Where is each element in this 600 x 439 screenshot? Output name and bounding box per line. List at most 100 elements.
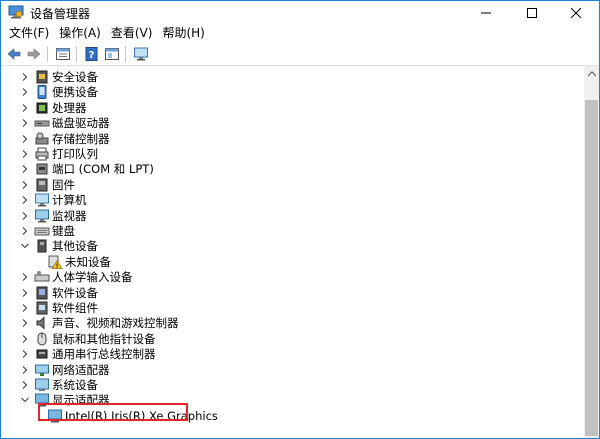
minimize-button[interactable]	[463, 1, 509, 24]
toolbar: ?	[1, 43, 599, 66]
chevron-right-icon[interactable]	[20, 161, 30, 177]
view-icon	[105, 48, 119, 60]
chevron-right-icon[interactable]	[20, 331, 30, 347]
highlight-box	[38, 403, 188, 421]
device-manager-window: 设备管理器 文件(F) 操作(A) 查看(V) 帮助(H) ? 安全设备 便携设…	[0, 0, 600, 439]
tree-category-item[interactable]: 声音、视频和游戏控制器	[1, 315, 581, 331]
tree-item-label: 网络适配器	[52, 362, 110, 377]
tree-item-label: 处理器	[52, 100, 87, 115]
mouse-icon	[34, 332, 50, 346]
usb-icon	[34, 347, 50, 361]
tree-item-label: 软件组件	[52, 301, 98, 315]
tree-category-item[interactable]: 其他设备	[1, 238, 581, 254]
maximize-button[interactable]	[509, 1, 555, 24]
chevron-right-icon[interactable]	[20, 69, 30, 85]
window-title: 设备管理器	[30, 7, 91, 21]
svg-text:?: ?	[89, 50, 95, 61]
tree-item-label: 鼠标和其他指针设备	[52, 331, 156, 346]
chevron-right-icon[interactable]	[20, 131, 30, 147]
help-icon: ?	[85, 47, 98, 61]
tree-item-label: 未知设备	[65, 254, 111, 269]
tree-item-label: 人体学输入设备	[52, 270, 133, 285]
software-component-icon	[34, 301, 50, 315]
tree-category-item[interactable]: 软件设备	[1, 285, 581, 301]
keyboard-icon	[34, 224, 50, 238]
menu-help[interactable]: 帮助(H)	[157, 24, 209, 43]
scroll-thumb[interactable]	[585, 100, 598, 436]
back-button[interactable]	[5, 45, 23, 63]
disk-drive-icon	[34, 116, 50, 130]
tree-item-label: 计算机	[52, 193, 87, 208]
port-icon	[34, 162, 50, 176]
tree-category-item[interactable]: 计算机	[1, 192, 581, 208]
minimize-icon	[481, 12, 491, 13]
tree-category-item[interactable]: 磁盘驱动器	[1, 115, 581, 131]
tree-category-item[interactable]: 系统设备	[1, 377, 581, 393]
chevron-right-icon[interactable]	[20, 223, 30, 239]
tree-item-label: 监视器	[52, 208, 87, 223]
forward-icon	[27, 48, 41, 60]
toolbar-separator	[76, 46, 77, 62]
tree-item-label: 其他设备	[52, 239, 98, 254]
security-device-icon	[34, 70, 50, 84]
chevron-right-icon[interactable]	[20, 300, 30, 316]
tree-category-item[interactable]: 存储控制器	[1, 131, 581, 147]
tree-category-item[interactable]: 监视器	[1, 208, 581, 224]
tree-item-label: 安全设备	[52, 70, 98, 84]
chevron-right-icon[interactable]	[20, 177, 30, 193]
chevron-right-icon[interactable]	[20, 346, 30, 362]
chevron-right-icon[interactable]	[20, 362, 30, 378]
help-button[interactable]: ?	[83, 45, 101, 63]
chevron-right-icon[interactable]	[20, 208, 30, 224]
menu-action[interactable]: 操作(A)	[54, 24, 106, 43]
processor-icon	[34, 101, 50, 115]
scroll-up-button[interactable]	[584, 66, 599, 82]
chevron-down-icon[interactable]	[20, 392, 30, 408]
chevron-down-icon[interactable]	[20, 238, 30, 254]
maximize-icon	[527, 7, 537, 18]
scan-hardware-button[interactable]	[132, 45, 150, 63]
chevron-right-icon[interactable]	[20, 146, 30, 162]
vertical-scrollbar[interactable]	[584, 66, 599, 438]
computer-icon	[34, 193, 50, 207]
tree-category-item[interactable]: 键盘	[1, 223, 581, 239]
tree-category-item[interactable]: 安全设备	[1, 69, 581, 85]
chevron-right-icon[interactable]	[20, 84, 30, 100]
tree-category-item[interactable]: 处理器	[1, 100, 581, 116]
tree-category-item[interactable]: 打印队列	[1, 146, 581, 162]
tree-category-item[interactable]: 人体学输入设备	[1, 269, 581, 285]
close-button[interactable]	[553, 1, 599, 24]
toolbar-separator	[47, 46, 48, 62]
chevron-right-icon[interactable]	[20, 115, 30, 131]
tree-category-item[interactable]: 便携设备	[1, 84, 581, 100]
tree-item-label: 软件设备	[52, 285, 98, 300]
tree-category-item[interactable]: 鼠标和其他指针设备	[1, 331, 581, 347]
properties-button[interactable]	[54, 45, 72, 63]
tree-item-label: 固件	[52, 177, 75, 192]
chevron-up-icon	[587, 71, 596, 77]
tree-category-item[interactable]: 端口 (COM 和 LPT)	[1, 161, 581, 177]
tree-category-item[interactable]: 固件	[1, 177, 581, 193]
chevron-right-icon[interactable]	[20, 269, 30, 285]
close-icon	[571, 7, 581, 18]
tree-category-item[interactable]: 通用串行总线控制器	[1, 346, 581, 362]
chevron-right-icon[interactable]	[20, 377, 30, 393]
forward-button[interactable]	[25, 45, 43, 63]
tree-category-item[interactable]: 软件组件	[1, 300, 581, 316]
device-tree-view: 安全设备 便携设备 处理器 磁盘驱动器 存储控制器 打印队列 端口 (COM 和 LPT) 固…	[1, 66, 599, 438]
tree-item-label: 存储控制器	[52, 131, 110, 146]
menu-view[interactable]: 查看(V)	[106, 24, 158, 43]
tree-child-item[interactable]: 未知设备	[1, 254, 581, 270]
properties-icon	[56, 48, 70, 60]
chevron-right-icon[interactable]	[20, 315, 30, 331]
chevron-right-icon[interactable]	[20, 100, 30, 116]
view-button[interactable]	[103, 45, 121, 63]
tree-item-label: 磁盘驱动器	[52, 116, 110, 131]
tree-category-item[interactable]: 网络适配器	[1, 362, 581, 378]
chevron-right-icon[interactable]	[20, 192, 30, 208]
hid-icon	[34, 270, 50, 284]
system-device-icon	[34, 378, 50, 392]
menu-file[interactable]: 文件(F)	[4, 24, 54, 43]
chevron-right-icon[interactable]	[20, 285, 30, 301]
firmware-icon	[34, 178, 50, 192]
